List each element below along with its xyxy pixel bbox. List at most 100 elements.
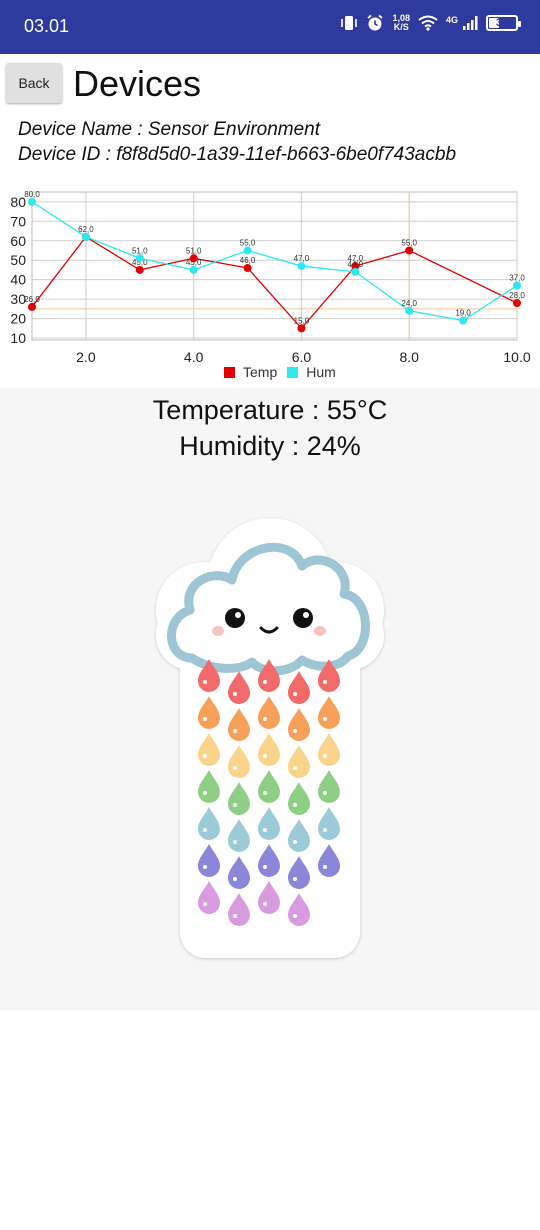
rain-drop-highlight — [323, 791, 327, 795]
rain-drop-highlight — [263, 680, 267, 684]
page-title: Devices — [73, 63, 202, 104]
rain-drop-highlight — [233, 729, 237, 733]
series-line-hum — [31, 201, 518, 322]
y-tick-label: 20 — [10, 311, 26, 327]
legend-hum-label: Hum — [306, 364, 336, 380]
data-point-temp — [513, 299, 521, 308]
data-point-hum — [405, 306, 414, 315]
data-point-hum — [243, 246, 252, 255]
rain-drop-highlight — [233, 877, 237, 881]
data-point-hum — [351, 267, 360, 276]
rain-drop-highlight — [323, 680, 327, 684]
data-label-hum: 44,0 — [348, 260, 364, 269]
rain-drop-highlight — [293, 840, 297, 844]
status-time: 03.01 — [24, 16, 70, 36]
rain-drop-highlight — [263, 865, 267, 869]
data-label-temp: 51,0 — [186, 246, 202, 255]
data-label-temp: 26,0 — [24, 295, 40, 304]
data-point-temp — [297, 324, 306, 333]
rain-drop-highlight — [203, 754, 207, 758]
rain-drop-highlight — [233, 692, 237, 696]
series-line-temp — [31, 236, 518, 330]
x-tick-label: 2.0 — [76, 349, 96, 365]
data-label-hum: 24,0 — [401, 299, 417, 308]
sensor-line-chart: 10203040506070802.0 4.0 6.0 8.0 10.026,062,0… — [10, 190, 530, 365]
data-point-hum — [297, 262, 306, 271]
status-bar: 03.01 1,08 K/S 4G 37 — [0, 0, 540, 54]
data-label-hum: 37,0 — [509, 274, 525, 283]
rain-drop-highlight — [233, 766, 237, 770]
back-button[interactable]: Back — [6, 63, 62, 103]
temperature-reading: Temperature : 55°C — [152, 395, 388, 425]
legend-temp-swatch — [224, 366, 235, 378]
data-point-hum — [513, 281, 521, 290]
rain-drop-highlight — [263, 717, 267, 721]
network-speed-unit: K/S — [393, 22, 409, 32]
data-label-temp: 62,0 — [78, 225, 94, 234]
rain-drop-highlight — [263, 828, 267, 832]
data-label-temp: 55,0 — [401, 238, 417, 247]
data-label-hum: 51,0 — [132, 246, 148, 255]
device-id: Device ID : f8f8d5d0-1a39-11ef-b663-6be0… — [18, 144, 457, 165]
rain-drop-highlight — [293, 877, 297, 881]
x-tick-label: 4.0 — [184, 349, 204, 365]
rain-drop-highlight — [203, 902, 207, 906]
network-type: 4G — [445, 15, 458, 25]
rain-drop-highlight — [203, 680, 207, 684]
rain-drop-highlight — [263, 902, 267, 906]
rain-drop-highlight — [203, 791, 207, 795]
rain-cloud-sticker-icon — [156, 518, 384, 958]
battery-level: 37 — [495, 17, 509, 29]
data-label-temp: 15,0 — [294, 316, 310, 325]
x-tick-label: 6.0 — [292, 349, 312, 365]
rain-drop-highlight — [293, 729, 297, 733]
rain-drop-highlight — [323, 717, 327, 721]
rain-drop-highlight — [263, 791, 267, 795]
rain-drop-highlight — [233, 914, 237, 918]
rain-drop-highlight — [323, 865, 327, 869]
cellular-signal-icon — [463, 16, 478, 30]
rain-drop-highlight — [293, 914, 297, 918]
data-label-hum: 47,0 — [294, 254, 310, 263]
humidity-reading: Humidity : 24% — [179, 431, 361, 461]
legend-temp-label: Temp — [243, 364, 278, 380]
data-label-hum: 80,0 — [24, 190, 40, 199]
chart-frame — [31, 191, 518, 341]
alarm-icon — [367, 14, 384, 31]
x-tick-label: 10.0 — [503, 349, 530, 365]
rain-drop-highlight — [233, 803, 237, 807]
y-tick-label: 50 — [10, 252, 26, 268]
rain-drop-highlight — [203, 865, 207, 869]
wifi-icon — [418, 15, 438, 31]
rain-drop-highlight — [293, 766, 297, 770]
vibrate-icon — [341, 16, 358, 30]
status-icons: 1,08 K/S 4G 37 — [340, 14, 521, 32]
data-label-hum: 19,0 — [455, 309, 471, 318]
data-point-hum — [81, 232, 90, 241]
rain-drop-highlight — [263, 754, 267, 758]
battery-icon: 37 — [486, 15, 521, 31]
rain-drop-highlight — [233, 840, 237, 844]
data-point-temp — [135, 265, 144, 274]
y-tick-label: 70 — [10, 213, 26, 229]
y-tick-label: 60 — [10, 233, 26, 249]
y-tick-label: 10 — [10, 330, 26, 346]
y-tick-label: 40 — [10, 272, 26, 288]
data-point-temp — [28, 302, 36, 311]
data-point-hum — [135, 254, 144, 263]
data-label-hum: 45,0 — [186, 258, 202, 267]
data-point-hum — [189, 265, 198, 274]
network-speed: 1,08 K/S — [392, 14, 410, 32]
rain-drop-highlight — [323, 754, 327, 758]
rain-drop-highlight — [203, 717, 207, 721]
data-point-hum — [459, 316, 468, 325]
data-label-temp: 46,0 — [240, 256, 256, 265]
battery-cap — [518, 21, 521, 27]
device-name: Device Name : Sensor Environment — [18, 119, 321, 140]
data-label-hum: 55,0 — [240, 238, 256, 247]
rain-drop-highlight — [323, 828, 327, 832]
chart-legend: Temp Hum — [224, 364, 346, 380]
x-tick-label: 8.0 — [399, 349, 419, 365]
data-point-hum — [28, 197, 36, 206]
data-point-temp — [405, 246, 414, 255]
